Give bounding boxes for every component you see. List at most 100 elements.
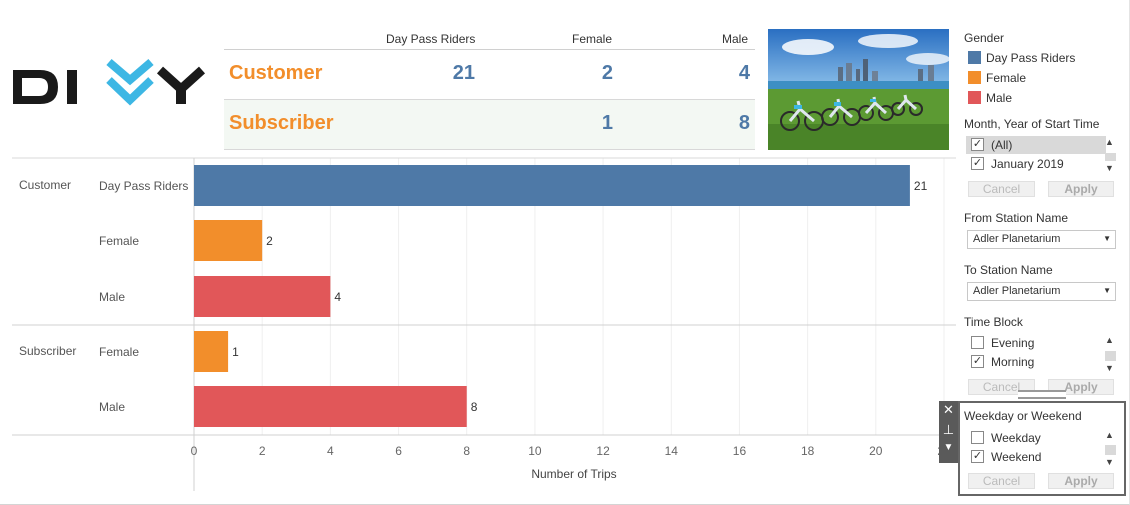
month-scrollbar[interactable]: ▲ ▼ (1104, 137, 1116, 175)
checkbox[interactable]: ✓ (971, 450, 984, 463)
bar (194, 165, 910, 206)
chevron-down-icon: ▼ (1103, 286, 1111, 295)
legend-swatch (968, 91, 981, 104)
to-station-title: To Station Name (964, 263, 1053, 277)
x-tick-label: 4 (327, 444, 334, 458)
x-tick-label: 12 (596, 444, 610, 458)
value-cell: 4 (738, 62, 750, 84)
group-label: Customer (19, 178, 71, 192)
x-tick-label: 20 (869, 444, 883, 458)
x-tick-label: 18 (801, 444, 815, 458)
weekday-apply-button[interactable]: Apply (1048, 473, 1114, 489)
value-cell: 8 (738, 112, 750, 134)
x-axis-label: Number of Trips (531, 467, 616, 481)
weekday-option-weekday[interactable]: Weekday (966, 429, 1106, 447)
bar (194, 220, 263, 261)
month-cancel-button[interactable]: Cancel (968, 181, 1035, 197)
time-option-morning[interactable]: ✓ Morning (966, 353, 1106, 371)
chevron-down-icon: ▼ (1103, 234, 1111, 243)
scroll-down-icon[interactable]: ▼ (1105, 457, 1114, 467)
data-label: 8 (471, 400, 478, 414)
scroll-thumb[interactable] (1105, 351, 1116, 361)
from-station-title: From Station Name (964, 211, 1069, 225)
summary-table: Day Pass Riders Female Male Customer 21 … (224, 28, 755, 150)
dropdown-value: Adler Planetarium (973, 285, 1061, 297)
drag-handle[interactable] (1018, 390, 1066, 399)
group-label: Subscriber (19, 344, 76, 358)
category-label: Female (99, 345, 139, 359)
x-tick-label: 0 (191, 444, 198, 458)
dropdown-menu-icon[interactable]: ▼ (939, 442, 958, 453)
month-option-all[interactable]: ✓ (All) (966, 136, 1106, 154)
value-cell: 2 (601, 62, 613, 84)
legend-label: Day Pass Riders (986, 51, 1076, 65)
pin-icon[interactable]: ⊥ (939, 422, 958, 438)
scroll-thumb[interactable] (1105, 153, 1116, 161)
weekday-scrollbar[interactable]: ▲ ▼ (1104, 430, 1116, 470)
chart-svg: Customer Day Pass Riders 21Female 2Male 4Sub… (12, 157, 956, 491)
legend-label: Male (986, 91, 1013, 105)
time-option-evening[interactable]: Evening (966, 334, 1106, 352)
weekday-filter-title: Weekday or Weekend (964, 409, 1082, 423)
legend-label: Female (986, 71, 1027, 85)
scroll-up-icon[interactable]: ▲ (1105, 137, 1114, 147)
summary-row-customer: Customer 21 2 4 (224, 50, 755, 100)
weekday-option-weekend[interactable]: ✓ Weekend (966, 448, 1106, 466)
month-option-jan-2019[interactable]: ✓ January 2019 (966, 155, 1106, 173)
scroll-up-icon[interactable]: ▲ (1105, 335, 1114, 345)
category-label: Male (99, 290, 125, 304)
bar (194, 331, 229, 372)
checkbox[interactable]: ✓ (971, 157, 984, 170)
header-male: Male (722, 32, 749, 46)
option-label: Morning (991, 355, 1035, 369)
checkbox[interactable] (971, 431, 984, 444)
close-icon[interactable]: ✕ (939, 402, 958, 418)
gender-legend-title: Gender (964, 31, 1005, 45)
to-station-dropdown[interactable]: Adler Planetarium ▼ (967, 282, 1116, 301)
scroll-down-icon[interactable]: ▼ (1105, 163, 1114, 173)
data-label: 1 (232, 345, 239, 359)
legend-swatch (968, 71, 981, 84)
checkbox[interactable]: ✓ (971, 138, 984, 151)
x-tick-label: 2 (259, 444, 266, 458)
divvy-logo (10, 58, 216, 116)
header-female: Female (572, 32, 613, 46)
month-apply-button[interactable]: Apply (1048, 181, 1114, 197)
category-label: Male (99, 400, 125, 414)
option-label: Weekend (991, 450, 1042, 464)
value-cell: 21 (452, 62, 475, 84)
checkbox[interactable]: ✓ (971, 355, 984, 368)
summary-header: Day Pass Riders Female Male (224, 28, 755, 50)
header-day-pass: Day Pass Riders (386, 32, 476, 46)
x-tick-label: 6 (395, 444, 402, 458)
trips-bar-chart: Customer Day Pass Riders 21 Female 2 Male 4 Sub… (12, 157, 956, 497)
option-label: January 2019 (991, 157, 1064, 171)
data-label: 2 (266, 234, 273, 248)
category-label: Female (99, 234, 139, 248)
month-filter-title: Month, Year of Start Time (964, 117, 1100, 131)
time-block-scrollbar[interactable]: ▲ ▼ (1104, 335, 1116, 375)
bikes-lakefront-photo (768, 29, 949, 150)
x-tick-label: 10 (528, 444, 542, 458)
row-label: Customer (229, 62, 323, 84)
bar (194, 276, 331, 317)
scroll-down-icon[interactable]: ▼ (1105, 363, 1114, 373)
checkbox[interactable] (971, 336, 984, 349)
option-label: (All) (991, 138, 1013, 152)
data-label: 21 (914, 179, 928, 193)
category-label: Day Pass Riders (99, 179, 188, 193)
time-block-title: Time Block (964, 315, 1023, 329)
filter-toolbar: ✕ ⊥ ▼ (939, 401, 958, 463)
option-label: Weekday (991, 431, 1041, 445)
dropdown-value: Adler Planetarium (973, 233, 1061, 245)
option-label: Evening (991, 336, 1035, 350)
scroll-thumb[interactable] (1105, 445, 1116, 455)
row-label: Subscriber (229, 112, 334, 134)
x-tick-label: 14 (665, 444, 679, 458)
scroll-up-icon[interactable]: ▲ (1105, 430, 1114, 440)
summary-row-subscriber: Subscriber 1 8 (224, 100, 755, 150)
legend-swatch (968, 51, 981, 64)
from-station-dropdown[interactable]: Adler Planetarium ▼ (967, 230, 1116, 249)
weekday-cancel-button[interactable]: Cancel (968, 473, 1035, 489)
x-tick-label: 8 (463, 444, 470, 458)
